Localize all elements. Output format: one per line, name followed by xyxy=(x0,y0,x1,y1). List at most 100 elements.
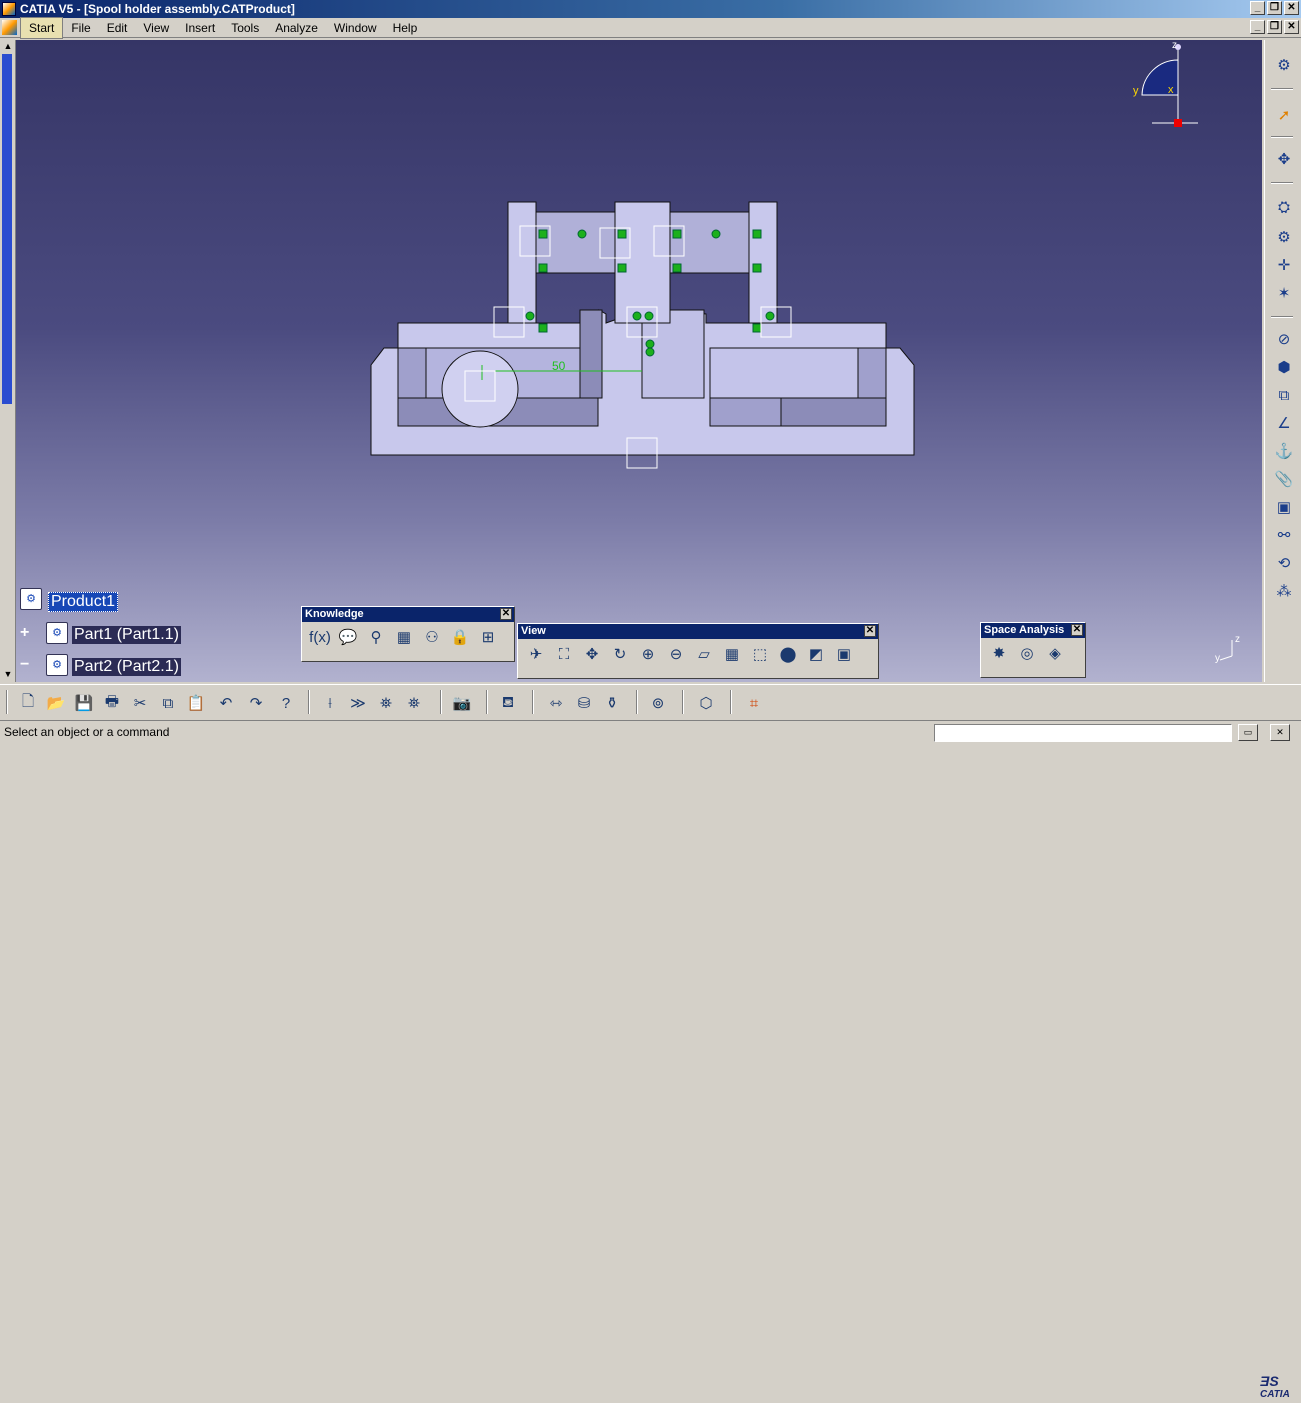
menu-help[interactable]: Help xyxy=(385,18,426,38)
formula-icon[interactable]: f(x) xyxy=(308,626,332,648)
manipulation-icon[interactable]: ⟊ xyxy=(318,692,342,714)
hyperlink-icon[interactable]: ⊚ xyxy=(646,692,670,714)
zoom-in-icon[interactable]: ⊕ xyxy=(636,643,660,665)
redo-icon[interactable]: ↷ xyxy=(244,692,268,714)
minimize-button[interactable]: _ xyxy=(1250,1,1265,15)
multi-view-icon[interactable]: ▦ xyxy=(720,643,744,665)
part-icon[interactable]: ⚙ xyxy=(46,654,68,676)
contact-constraint-icon[interactable]: ⬢ xyxy=(1272,356,1296,378)
scroll-up-arrow-icon[interactable]: ▲ xyxy=(2,40,14,52)
knowledge-tree-icon[interactable]: ⚇ xyxy=(420,626,444,648)
insert-component-icon[interactable]: ⛭ xyxy=(1272,196,1296,218)
space-analysis-toolbar[interactable]: Space Analysis ✕ ✸ ◎ ◈ xyxy=(980,622,1086,678)
whats-this-icon[interactable]: ? xyxy=(274,692,298,714)
new-file-icon[interactable]: 🗋 xyxy=(16,692,40,714)
save-icon[interactable]: 💾 xyxy=(72,692,96,714)
knowledge-close-button[interactable]: ✕ xyxy=(500,608,512,620)
command-input[interactable] xyxy=(934,724,1232,742)
document-icon[interactable] xyxy=(2,20,17,35)
pan-icon[interactable]: ✥ xyxy=(580,643,604,665)
vertical-scrollbar[interactable]: ▲ ▼ xyxy=(0,40,16,682)
menu-insert[interactable]: Insert xyxy=(177,18,223,38)
part-icon[interactable]: ⚙ xyxy=(46,622,68,644)
rotate-icon[interactable]: ↻ xyxy=(608,643,632,665)
paste-icon[interactable]: 📋 xyxy=(184,692,208,714)
update-icon[interactable]: ✥ xyxy=(1272,148,1296,170)
shading-icon[interactable]: ⬤ xyxy=(776,643,800,665)
tree-collapse-icon[interactable]: − xyxy=(20,656,29,674)
parameters-icon[interactable]: ⊞ xyxy=(476,626,500,648)
menu-file[interactable]: File xyxy=(63,18,98,38)
fix-component-icon[interactable]: ⚓ xyxy=(1272,440,1296,462)
menu-start[interactable]: Start xyxy=(20,16,64,39)
doc-minimize-button[interactable]: _ xyxy=(1250,20,1265,34)
flexible-subassembly-icon[interactable]: ⚯ xyxy=(1272,524,1296,546)
existing-component-icon[interactable]: ⚙ xyxy=(1272,226,1296,248)
space-analysis-close-button[interactable]: ✕ xyxy=(1071,624,1083,636)
tree-root-product1[interactable]: Product1 xyxy=(48,592,119,612)
lightbulb-icon[interactable]: ⚲ xyxy=(364,626,388,648)
close-button[interactable]: ✕ xyxy=(1284,1,1299,15)
offset-constraint-icon[interactable]: ⧉ xyxy=(1272,384,1296,406)
catia-app-icon[interactable] xyxy=(2,2,16,16)
change-constraint-icon[interactable]: ⟲ xyxy=(1272,552,1296,574)
measure-item-icon[interactable]: ⛁ xyxy=(572,692,596,714)
view-close-button[interactable]: ✕ xyxy=(864,625,876,637)
3d-viewport[interactable]: 50 z y x z y ⚙ Product1 + ⚙ Part1 (Part1… xyxy=(16,40,1262,682)
distance-icon[interactable]: ◈ xyxy=(1043,642,1067,664)
coincidence-constraint-icon[interactable]: ⊘ xyxy=(1272,328,1296,350)
capture-camera-icon[interactable]: 📷 xyxy=(450,692,474,714)
bill-of-material-icon[interactable]: ⛾ xyxy=(496,692,520,714)
normal-view-icon[interactable]: ⏥ xyxy=(692,643,716,665)
comment-icon[interactable]: 💬 xyxy=(336,626,360,648)
open-file-icon[interactable]: 📂 xyxy=(44,692,68,714)
fly-mode-icon[interactable]: ✈ xyxy=(524,643,548,665)
sectioning-icon[interactable]: ◎ xyxy=(1015,642,1039,664)
menu-tools[interactable]: Tools xyxy=(223,18,267,38)
hide-show-icon[interactable]: ◩ xyxy=(804,643,828,665)
product-icon[interactable]: ⚙ xyxy=(20,588,42,610)
fit-all-icon[interactable]: ⛶ xyxy=(552,643,576,665)
command-list-button[interactable]: ▭ xyxy=(1238,724,1258,741)
undo-icon[interactable]: ↶ xyxy=(214,692,238,714)
cut-icon[interactable]: ✂ xyxy=(128,692,152,714)
stop-manipulate-icon[interactable]: ≫ xyxy=(346,692,370,714)
reuse-pattern-icon[interactable]: ⁂ xyxy=(1272,580,1296,602)
knowledge-toolbar[interactable]: Knowledge ✕ f(x) 💬 ⚲ ▦ ⚇ 🔒 ⊞ xyxy=(301,606,515,662)
model-drawing[interactable]: 50 z y x z y xyxy=(16,40,1262,682)
fix-together-icon[interactable]: 📎 xyxy=(1272,468,1296,490)
doc-restore-button[interactable]: ❐ xyxy=(1267,20,1282,34)
quick-constraint-icon[interactable]: ▣ xyxy=(1272,496,1296,518)
scroll-down-arrow-icon[interactable]: ▼ xyxy=(2,668,14,680)
design-table-icon[interactable]: ▦ xyxy=(392,626,416,648)
tree-expand-icon[interactable]: + xyxy=(20,624,29,642)
clash-icon[interactable]: ✸ xyxy=(987,642,1011,664)
tree-item-part1[interactable]: Part1 (Part1.1) xyxy=(72,626,181,644)
view-toolbar[interactable]: View ✕ ✈ ⛶ ✥ ↻ ⊕ ⊖ ⏥ ▦ ⬚ ⬤ ◩ ▣ xyxy=(517,623,879,679)
zoom-out-icon[interactable]: ⊖ xyxy=(664,643,688,665)
scrollbar-thumb[interactable] xyxy=(2,54,12,404)
angle-constraint-icon[interactable]: ∠ xyxy=(1272,412,1296,434)
grid-snap-icon[interactable]: ⌗ xyxy=(742,692,766,714)
measure-between-icon[interactable]: ⇿ xyxy=(544,692,568,714)
tree-item-part2[interactable]: Part2 (Part2.1) xyxy=(72,658,181,676)
lock-icon[interactable]: 🔒 xyxy=(448,626,472,648)
menu-edit[interactable]: Edit xyxy=(99,18,136,38)
measure-inertia-icon[interactable]: ⚱ xyxy=(600,692,624,714)
select-arrow-icon[interactable]: ➚ xyxy=(1272,104,1296,126)
iso-view-icon[interactable]: ⬚ xyxy=(748,643,772,665)
menu-analyze[interactable]: Analyze xyxy=(267,18,326,38)
menu-view[interactable]: View xyxy=(135,18,177,38)
clash-check-icon[interactable]: ⛯ xyxy=(402,692,426,714)
publication-icon[interactable]: ⬡ xyxy=(694,692,718,714)
restore-button[interactable]: ❐ xyxy=(1267,1,1282,15)
swap-space-icon[interactable]: ▣ xyxy=(832,643,856,665)
cancel-command-button[interactable]: ✕ xyxy=(1270,724,1290,741)
menu-window[interactable]: Window xyxy=(326,18,385,38)
print-icon[interactable]: 🖶 xyxy=(100,692,124,714)
copy-icon[interactable]: ⧉ xyxy=(156,692,180,714)
snap-icon[interactable]: ✶ xyxy=(1272,282,1296,304)
doc-close-button[interactable]: ✕ xyxy=(1284,20,1299,34)
manipulate-icon[interactable]: ✛ xyxy=(1272,254,1296,276)
explode-icon[interactable]: ⛯ xyxy=(374,692,398,714)
